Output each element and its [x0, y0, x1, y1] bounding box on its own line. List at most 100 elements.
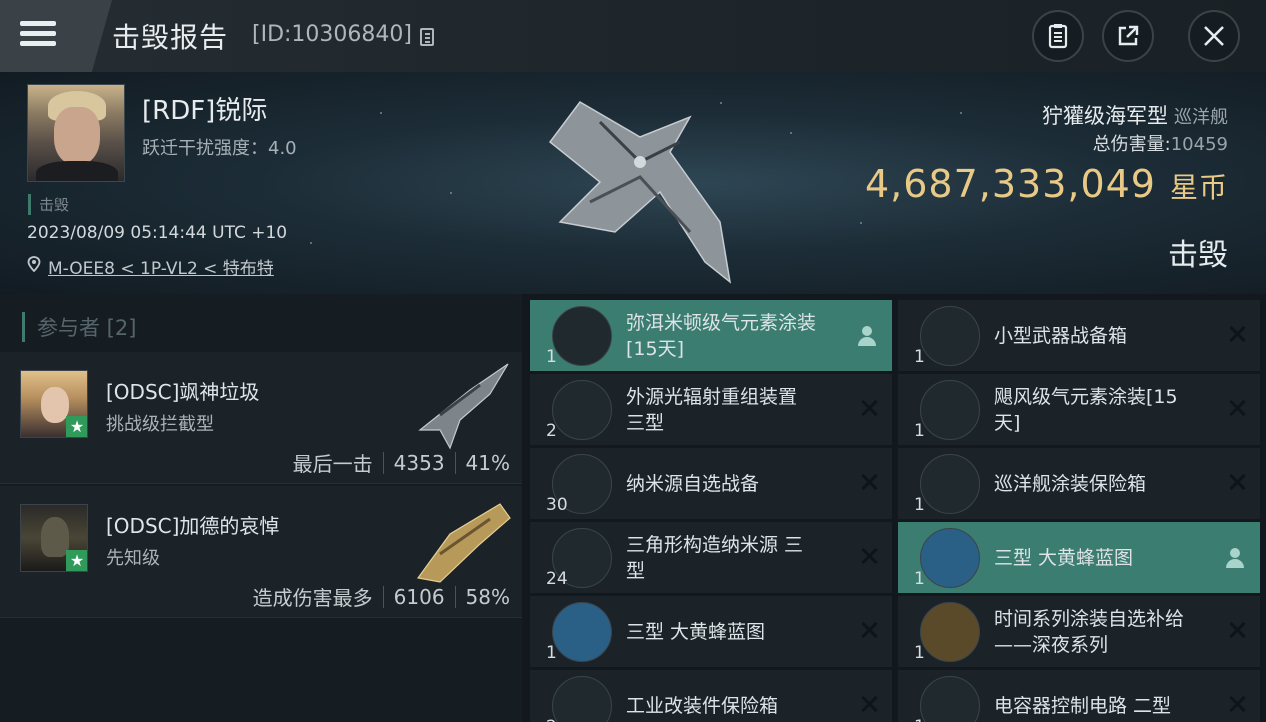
- item-qty: 1: [914, 495, 925, 515]
- item-name: 时间系列涂装自选补给 ——深夜系列: [994, 606, 1184, 658]
- blueprint-icon: [920, 528, 980, 588]
- item-cell[interactable]: 1 电容器控制电路 二型: [898, 670, 1260, 722]
- participants-header: 参与者 [2]: [22, 312, 136, 342]
- isk-value: 4,687,333,049 星币: [865, 162, 1228, 206]
- item-name: 弥洱米顿级气元素涂装 [15天]: [626, 310, 816, 362]
- close-icon[interactable]: [1228, 621, 1246, 639]
- item-cell[interactable]: 1 巡洋舰涂装保险箱: [898, 448, 1260, 520]
- close-icon[interactable]: [1228, 325, 1246, 343]
- participant-row[interactable]: ★ [ODSC]加德的哀悼 先知级 造成伤害最多 6106 58%: [0, 486, 522, 618]
- participant-avatar[interactable]: ★: [20, 370, 88, 438]
- item-name-line1: 三角形构造纳米源 三: [626, 534, 804, 556]
- total-damage: 总伤害量:10459: [1093, 130, 1228, 156]
- module-icon: [552, 380, 612, 440]
- item-name: 飓风级气元素涂装[15 天]: [994, 384, 1178, 436]
- item-name-line1: 工业改装件保险箱: [626, 695, 779, 717]
- kill-report-window: 击毁报告 [ID:10306840] [RDF]锐际 跃迁干扰强度：4.0 击毁…: [0, 0, 1266, 722]
- supply-box-icon: [920, 602, 980, 662]
- container-icon: [552, 676, 612, 722]
- item-cell[interactable]: 1 飓风级气元素涂装[15 天]: [898, 374, 1260, 446]
- item-name: 巡洋舰涂装保险箱: [994, 471, 1146, 497]
- item-cell[interactable]: 24 三角形构造纳米源 三型: [530, 522, 892, 594]
- item-name-line1: 纳米源自选战备: [626, 473, 760, 495]
- item-cell[interactable]: 1 三型 大黄蜂蓝图: [530, 596, 892, 668]
- blueprint-icon: [552, 602, 612, 662]
- ship-type[interactable]: 狞獾级海军型: [1042, 104, 1168, 128]
- damage-value: 4353: [393, 450, 445, 475]
- item-cell[interactable]: 1 三型 大黄蜂蓝图: [898, 522, 1260, 594]
- participant-ship-image: [416, 503, 511, 583]
- item-qty: 24: [546, 569, 568, 589]
- item-name: 三型 大黄蜂蓝图: [626, 619, 765, 645]
- item-cell[interactable]: 2 外源光辐射重组装置 三型: [530, 374, 892, 446]
- container-icon: [920, 454, 980, 514]
- item-name-line1: 小型武器战备箱: [994, 325, 1128, 347]
- share-icon: [1118, 25, 1139, 46]
- item-cell[interactable]: 2 工业改装件保险箱: [530, 670, 892, 722]
- victim-name[interactable]: [RDF]锐际: [142, 90, 267, 127]
- share-button[interactable]: [1102, 10, 1154, 62]
- victim-avatar[interactable]: [27, 84, 125, 182]
- item-cell[interactable]: 30 纳米源自选战备: [530, 448, 892, 520]
- item-name-line1: 外源光辐射重组装置: [626, 386, 798, 408]
- item-name: 三型 大黄蜂蓝图: [994, 545, 1133, 571]
- isk-amount: 4,687,333,049: [864, 162, 1156, 206]
- item-name-line1: 巡洋舰涂装保险箱: [994, 473, 1147, 495]
- copy-icon[interactable]: [420, 28, 434, 46]
- participant-name[interactable]: [ODSC]加德的哀悼: [106, 510, 279, 539]
- item-qty: 1: [914, 643, 925, 663]
- page-title: 击毁报告: [112, 21, 229, 54]
- location-link[interactable]: M-OEE8 < 1P-VL2 < 特布特: [48, 254, 274, 279]
- participants-panel: 参与者 [2] ★ [ODSC]飒神垃圾 挑战级拦截型 最后一击 4353 41% …: [0, 294, 522, 722]
- close-icon[interactable]: [1228, 473, 1246, 491]
- location-pin-icon: [27, 256, 41, 272]
- item-name-line1: 三型 大黄蜂蓝图: [626, 621, 766, 643]
- item-name-line2: 天]: [994, 412, 1021, 434]
- item-name: 纳米源自选战备: [626, 471, 759, 497]
- participant-row[interactable]: ★ [ODSC]飒神垃圾 挑战级拦截型 最后一击 4353 41%: [0, 352, 522, 484]
- status-label: 击毁: [28, 194, 69, 215]
- close-icon[interactable]: [860, 621, 878, 639]
- item-cell[interactable]: 1 小型武器战备箱: [898, 300, 1260, 372]
- hamburger-menu-icon[interactable]: [20, 21, 56, 47]
- item-cell[interactable]: 1 弥洱米顿级气元素涂装 [15天]: [530, 300, 892, 372]
- report-id: [ID:10306840]: [252, 22, 412, 47]
- person-icon[interactable]: [858, 326, 876, 346]
- damage-percent: 58%: [465, 584, 510, 609]
- damage-value: 6106: [393, 584, 445, 609]
- ship-class: 巡洋舰: [1174, 107, 1228, 128]
- container-icon: [920, 306, 980, 366]
- skin-icon: [552, 306, 612, 366]
- person-icon[interactable]: [1226, 548, 1244, 568]
- warp-disruption-strength: 跃迁干扰强度：4.0: [142, 138, 297, 159]
- item-qty: 2: [546, 717, 557, 722]
- item-qty: 1: [546, 643, 557, 663]
- item-name-line1: 弥洱米顿级气元素涂装: [626, 312, 817, 334]
- close-icon[interactable]: [860, 399, 878, 417]
- participant-name[interactable]: [ODSC]飒神垃圾: [106, 376, 259, 405]
- total-damage-label: 总伤害量:: [1092, 134, 1171, 155]
- item-name-line1: 飓风级气元素涂装[15: [994, 386, 1178, 408]
- close-icon[interactable]: [860, 473, 878, 491]
- participant-ship: 挑战级拦截型: [106, 414, 214, 435]
- star-badge-icon: ★: [66, 416, 87, 437]
- participant-ship: 先知级: [106, 548, 160, 569]
- participant-avatar[interactable]: ★: [20, 504, 88, 572]
- damage-percent: 41%: [465, 450, 510, 475]
- close-icon[interactable]: [860, 547, 878, 565]
- close-button[interactable]: [1188, 10, 1240, 62]
- star-badge-icon: ★: [66, 550, 87, 571]
- item-cell[interactable]: 1 时间系列涂装自选补给 ——深夜系列: [898, 596, 1260, 668]
- final-blow-label: 最后一击: [292, 452, 373, 476]
- close-icon[interactable]: [1228, 695, 1246, 713]
- item-name-line1: 三型 大黄蜂蓝图: [994, 547, 1134, 569]
- item-name: 小型武器战备箱: [994, 323, 1127, 349]
- menu-tab[interactable]: [0, 0, 112, 72]
- close-icon[interactable]: [1228, 399, 1246, 417]
- item-name: 工业改装件保险箱: [626, 693, 778, 719]
- circuit-icon: [920, 676, 980, 722]
- close-icon[interactable]: [860, 695, 878, 713]
- item-name: 三角形构造纳米源 三型: [626, 532, 803, 584]
- victim-ship-image: [548, 101, 732, 284]
- clipboard-button[interactable]: [1032, 10, 1084, 62]
